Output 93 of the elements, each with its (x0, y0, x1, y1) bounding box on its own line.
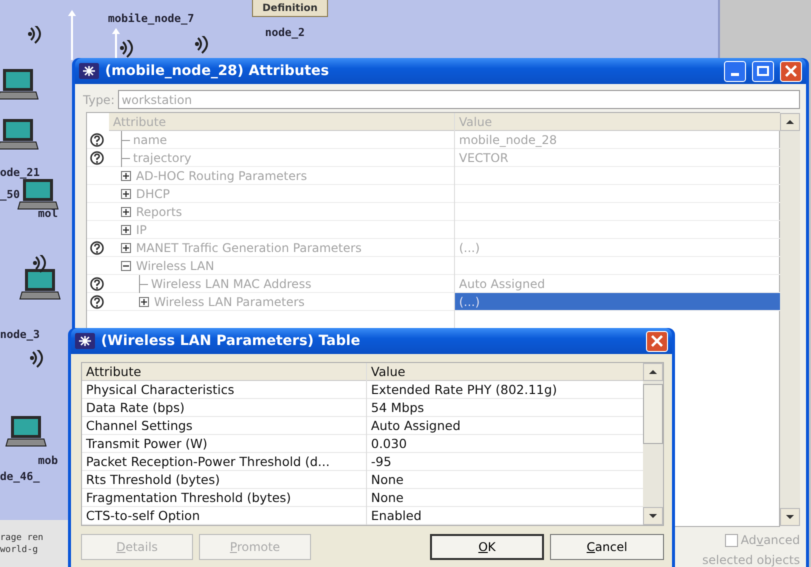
down-arrow-icon (648, 512, 658, 520)
tree-item[interactable]: trajectory (133, 148, 192, 166)
expand-icon[interactable] (139, 296, 149, 306)
help-icon (90, 294, 104, 308)
tree-item[interactable]: Reports (136, 202, 182, 220)
help-icon (90, 240, 104, 254)
up-arrow-icon (648, 368, 658, 376)
tree-item[interactable]: AD-HOC Routing Parameters (136, 166, 307, 184)
advanced-checkbox[interactable] (724, 534, 738, 546)
node-label: mol (38, 208, 58, 219)
tree-item[interactable]: MANET Traffic Generation Parameters (136, 238, 362, 256)
maximize-button[interactable] (752, 60, 774, 82)
expand-icon[interactable] (121, 170, 131, 180)
expand-icon[interactable] (121, 188, 131, 198)
tree-item[interactable]: Wireless LAN (136, 256, 214, 274)
node-label: mobile_node_7 (108, 13, 194, 24)
table-cell: Transmit Power (W) (82, 435, 366, 453)
laptop-icon (0, 68, 38, 100)
laptop-icon (20, 178, 58, 210)
column-header: Attribute (109, 113, 454, 131)
table-cell: Fragmentation Threshold (bytes) (82, 489, 366, 507)
table-cell: Rts Threshold (bytes) (82, 471, 366, 489)
log-text: rage ren (0, 532, 44, 544)
footer-text: selected objects (702, 552, 800, 567)
table-cell: Physical Characteristics (82, 381, 366, 399)
attribute-value: (...) (459, 241, 480, 255)
arrow-icon (112, 28, 120, 58)
help-icon (90, 150, 104, 164)
app-icon (79, 63, 99, 79)
scroll-thumb[interactable] (643, 384, 663, 444)
expand-icon[interactable] (121, 242, 131, 252)
node-label: ode_21 (0, 167, 40, 178)
arrow-icon (68, 10, 76, 60)
scroll-up-button[interactable] (643, 363, 663, 381)
column-header: Attribute (82, 363, 366, 381)
node-label: de_46_ (0, 471, 40, 482)
minimize-icon (731, 72, 739, 76)
node-label: mob (38, 455, 58, 466)
definition-button[interactable]: Definition (252, 0, 328, 17)
attribute-value: mobile_node_28 (459, 133, 557, 147)
attribute-value: VECTOR (459, 151, 508, 165)
attribute-value: Auto Assigned (459, 277, 545, 291)
tree-item[interactable]: IP (136, 220, 147, 238)
down-arrow-icon (785, 513, 795, 521)
node-label: node_3 (0, 329, 40, 340)
tree-item[interactable]: DHCP (136, 184, 170, 202)
tree-item[interactable]: Wireless LAN MAC Address (151, 274, 312, 292)
scroll-down-button[interactable] (643, 507, 663, 525)
laptop-icon (0, 118, 38, 150)
table-cell: None (367, 489, 643, 507)
tree-item[interactable]: name (133, 130, 168, 148)
scroll-down-button[interactable] (780, 508, 800, 526)
table-cell: Extended Rate PHY (802.11g) (367, 381, 643, 399)
table-cell: Auto Assigned (367, 417, 643, 435)
window-title: (mobile_node_28) Attributes (105, 62, 330, 80)
column-header: Value (367, 363, 643, 381)
table-cell: Data Rate (bps) (82, 399, 366, 417)
expand-icon[interactable] (121, 206, 131, 216)
table-cell: None (367, 471, 643, 489)
node-label: node_2 (265, 27, 305, 38)
table-cell: Packet Reception-Power Threshold (d... (82, 453, 366, 471)
log-text: world-g (0, 544, 39, 556)
table-cell: Channel Settings (82, 417, 366, 435)
up-arrow-icon (785, 118, 795, 126)
node-label: _50 (0, 189, 20, 200)
help-icon (90, 132, 104, 146)
close-icon (785, 65, 797, 77)
laptop-icon (8, 415, 46, 447)
app-icon (75, 333, 95, 349)
table-cell: -95 (367, 453, 643, 471)
close-button[interactable] (646, 330, 668, 352)
scroll-up-button[interactable] (780, 113, 800, 131)
table-cell: 0.030 (367, 435, 643, 453)
collapse-icon[interactable] (121, 260, 131, 270)
table-cell: 54 Mbps (367, 399, 643, 417)
type-label: Type: (83, 92, 115, 108)
help-icon (90, 276, 104, 290)
table-cell: CTS-to-self Option (82, 507, 366, 525)
maximize-icon (757, 66, 769, 76)
attribute-value: (...) (459, 295, 480, 309)
close-icon (651, 335, 663, 347)
table-cell: Enabled (367, 507, 643, 525)
expand-icon[interactable] (121, 224, 131, 234)
dialog-button[interactable]: Cancel (550, 534, 664, 560)
laptop-icon (22, 268, 60, 300)
column-header: Value (455, 113, 780, 131)
close-button[interactable] (780, 60, 802, 82)
type-field[interactable]: workstation (118, 90, 800, 109)
dialog-button[interactable]: OK (430, 534, 544, 560)
tree-item[interactable]: Wireless LAN Parameters (154, 292, 305, 310)
window-title: (Wireless LAN Parameters) Table (101, 332, 360, 350)
minimize-button[interactable] (724, 60, 746, 82)
checkbox-label: Advanced (740, 532, 800, 549)
